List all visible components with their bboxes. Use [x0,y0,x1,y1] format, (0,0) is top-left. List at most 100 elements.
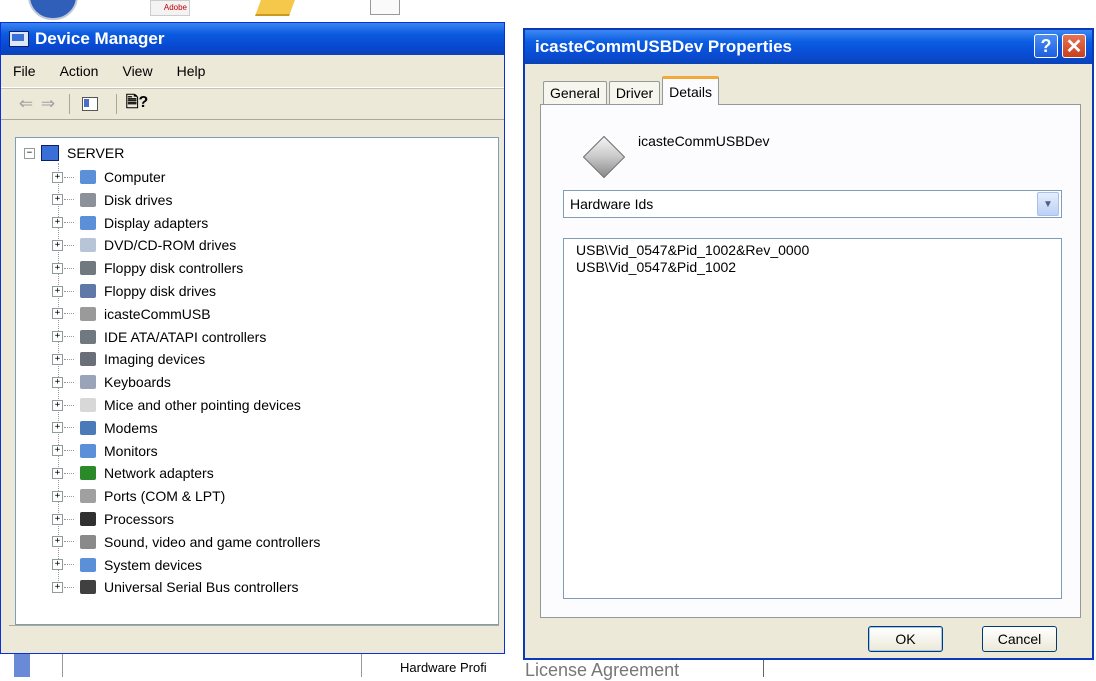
device-tree[interactable]: − SERVER + Computer + Disk drives + Display a… [15,137,499,625]
expand-icon[interactable]: + [52,217,63,229]
tab-driver[interactable]: Driver [608,81,661,104]
tree-item[interactable]: + System devices [52,554,202,576]
cancel-button[interactable]: Cancel [982,626,1057,652]
tree-item[interactable]: + Monitors [52,440,158,462]
tree-item-label: Network adapters [104,465,214,482]
collapse-icon[interactable]: − [24,147,35,159]
tree-item[interactable]: + Network adapters [52,462,214,484]
list-item[interactable]: USB\Vid_0547&Pid_1002 [576,259,1061,276]
expand-icon[interactable]: + [52,445,63,457]
toolbar: ⇐ ⇒ 🗎? [1,88,504,120]
chevron-down-icon[interactable]: ▼ [1037,192,1059,216]
tree-item[interactable]: + Ports (COM & LPT) [52,485,225,507]
close-button[interactable]: ✕ [1062,34,1086,58]
tree-item[interactable]: + Universal Serial Bus controllers [52,576,299,598]
tree-root-label: SERVER [67,145,125,161]
expand-icon[interactable]: + [52,331,63,343]
expand-icon[interactable]: + [52,536,63,548]
usb-device-icon [80,306,96,321]
document-icon [370,0,400,15]
modem-icon [80,420,96,435]
tree-connector [64,176,74,178]
details-panel: icasteCommUSBDev Hardware Ids ▼ USB\Vid_… [540,104,1081,618]
tree-root[interactable]: − SERVER [24,143,124,163]
console-tree-icon [82,97,98,111]
tree-connector [64,427,74,429]
help-button[interactable]: 🗎? [126,94,149,113]
menu-file[interactable]: File [1,63,48,79]
adobe-icon: Adobe [150,0,190,16]
tree-connector [64,244,74,246]
ok-button[interactable]: OK [868,626,943,652]
dialog-titlebar[interactable]: icasteCommUSBDev Properties ? ✕ [525,30,1092,64]
tree-item[interactable]: + Disk drives [52,189,172,211]
mouse-icon [80,398,96,412]
tree-item-label: Modems [104,419,158,436]
license-agreement-text: License Agreement [525,660,680,680]
tree-item[interactable]: + Floppy disk drives [52,280,216,302]
expand-icon[interactable]: + [52,467,63,479]
tree-connector [64,199,74,201]
tree-item[interactable]: + Mice and other pointing devices [52,394,301,416]
show-hide-console-tree-button[interactable] [80,95,100,113]
tree-connector [64,541,74,543]
monitor-icon [80,443,96,458]
device-manager-titlebar[interactable]: Device Manager [1,23,504,55]
list-item[interactable]: USB\Vid_0547&Pid_1002&Rev_0000 [576,242,1061,259]
tab-details[interactable]: Details [662,76,719,105]
tree-connector [64,381,74,383]
expand-icon[interactable]: + [52,171,63,183]
tree-item[interactable]: + icasteCommUSB [52,303,211,325]
hardware-ids-list[interactable]: USB\Vid_0547&Pid_1002&Rev_0000 USB\Vid_0… [563,238,1062,599]
expand-icon[interactable]: + [52,559,63,571]
tree-item[interactable]: + Keyboards [52,371,171,393]
tree-item[interactable]: + IDE ATA/ATAPI controllers [52,326,266,348]
forward-arrow-icon[interactable]: ⇒ [37,94,59,114]
port-icon [80,489,96,504]
tree-item-label: Ports (COM & LPT) [104,488,226,505]
expand-icon[interactable]: + [52,581,63,593]
help-title-button[interactable]: ? [1034,34,1058,58]
expand-icon[interactable]: + [52,308,63,320]
device-manager-window: Device Manager File Action View Help ⇐ ⇒… [0,22,505,654]
expand-icon[interactable]: + [52,285,63,297]
tree-item[interactable]: + DVD/CD-ROM drives [52,234,236,256]
expand-icon[interactable]: + [52,513,63,525]
usb-icon [80,580,96,595]
tree-item[interactable]: + Modems [52,417,158,439]
tree-item-label: DVD/CD-ROM drives [104,237,237,254]
expand-icon[interactable]: + [52,262,63,274]
tab-general[interactable]: General [543,81,607,104]
tree-item-label: Floppy disk drives [104,283,217,299]
tree-connector [64,336,74,338]
tree-connector [64,290,74,292]
expand-icon[interactable]: + [52,353,63,365]
tree-item-label: Monitors [104,442,158,459]
toolbar-separator [116,94,117,114]
tree-item[interactable]: + Processors [52,508,174,530]
processor-icon [80,512,96,526]
tree-item[interactable]: + Sound, video and game controllers [52,531,320,553]
background-panel-cell [62,654,362,677]
expand-icon[interactable]: + [52,239,63,251]
expand-icon[interactable]: + [52,422,63,434]
expand-icon[interactable]: + [52,490,63,502]
tree-item[interactable]: + Display adapters [52,212,208,234]
tree-item[interactable]: + Imaging devices [52,348,205,370]
tree-connector [64,358,74,360]
desktop-strip: Adobe [0,0,505,22]
tree-item[interactable]: + Computer [52,166,165,188]
properties-dialog: icasteCommUSBDev Properties ? ✕ General … [523,28,1094,660]
expand-icon[interactable]: + [52,194,63,206]
tree-item[interactable]: + Floppy disk controllers [52,257,243,279]
expand-icon[interactable]: + [52,399,63,411]
menu-help[interactable]: Help [165,63,218,79]
expand-icon[interactable]: + [52,376,63,388]
menu-bar: File Action View Help [1,55,504,88]
menu-view[interactable]: View [110,63,164,79]
close-icon: ✕ [1065,35,1083,58]
back-arrow-icon[interactable]: ⇐ [15,94,37,114]
server-computer-icon [41,145,59,161]
property-select[interactable]: Hardware Ids ▼ [563,190,1062,218]
menu-action[interactable]: Action [48,63,111,79]
